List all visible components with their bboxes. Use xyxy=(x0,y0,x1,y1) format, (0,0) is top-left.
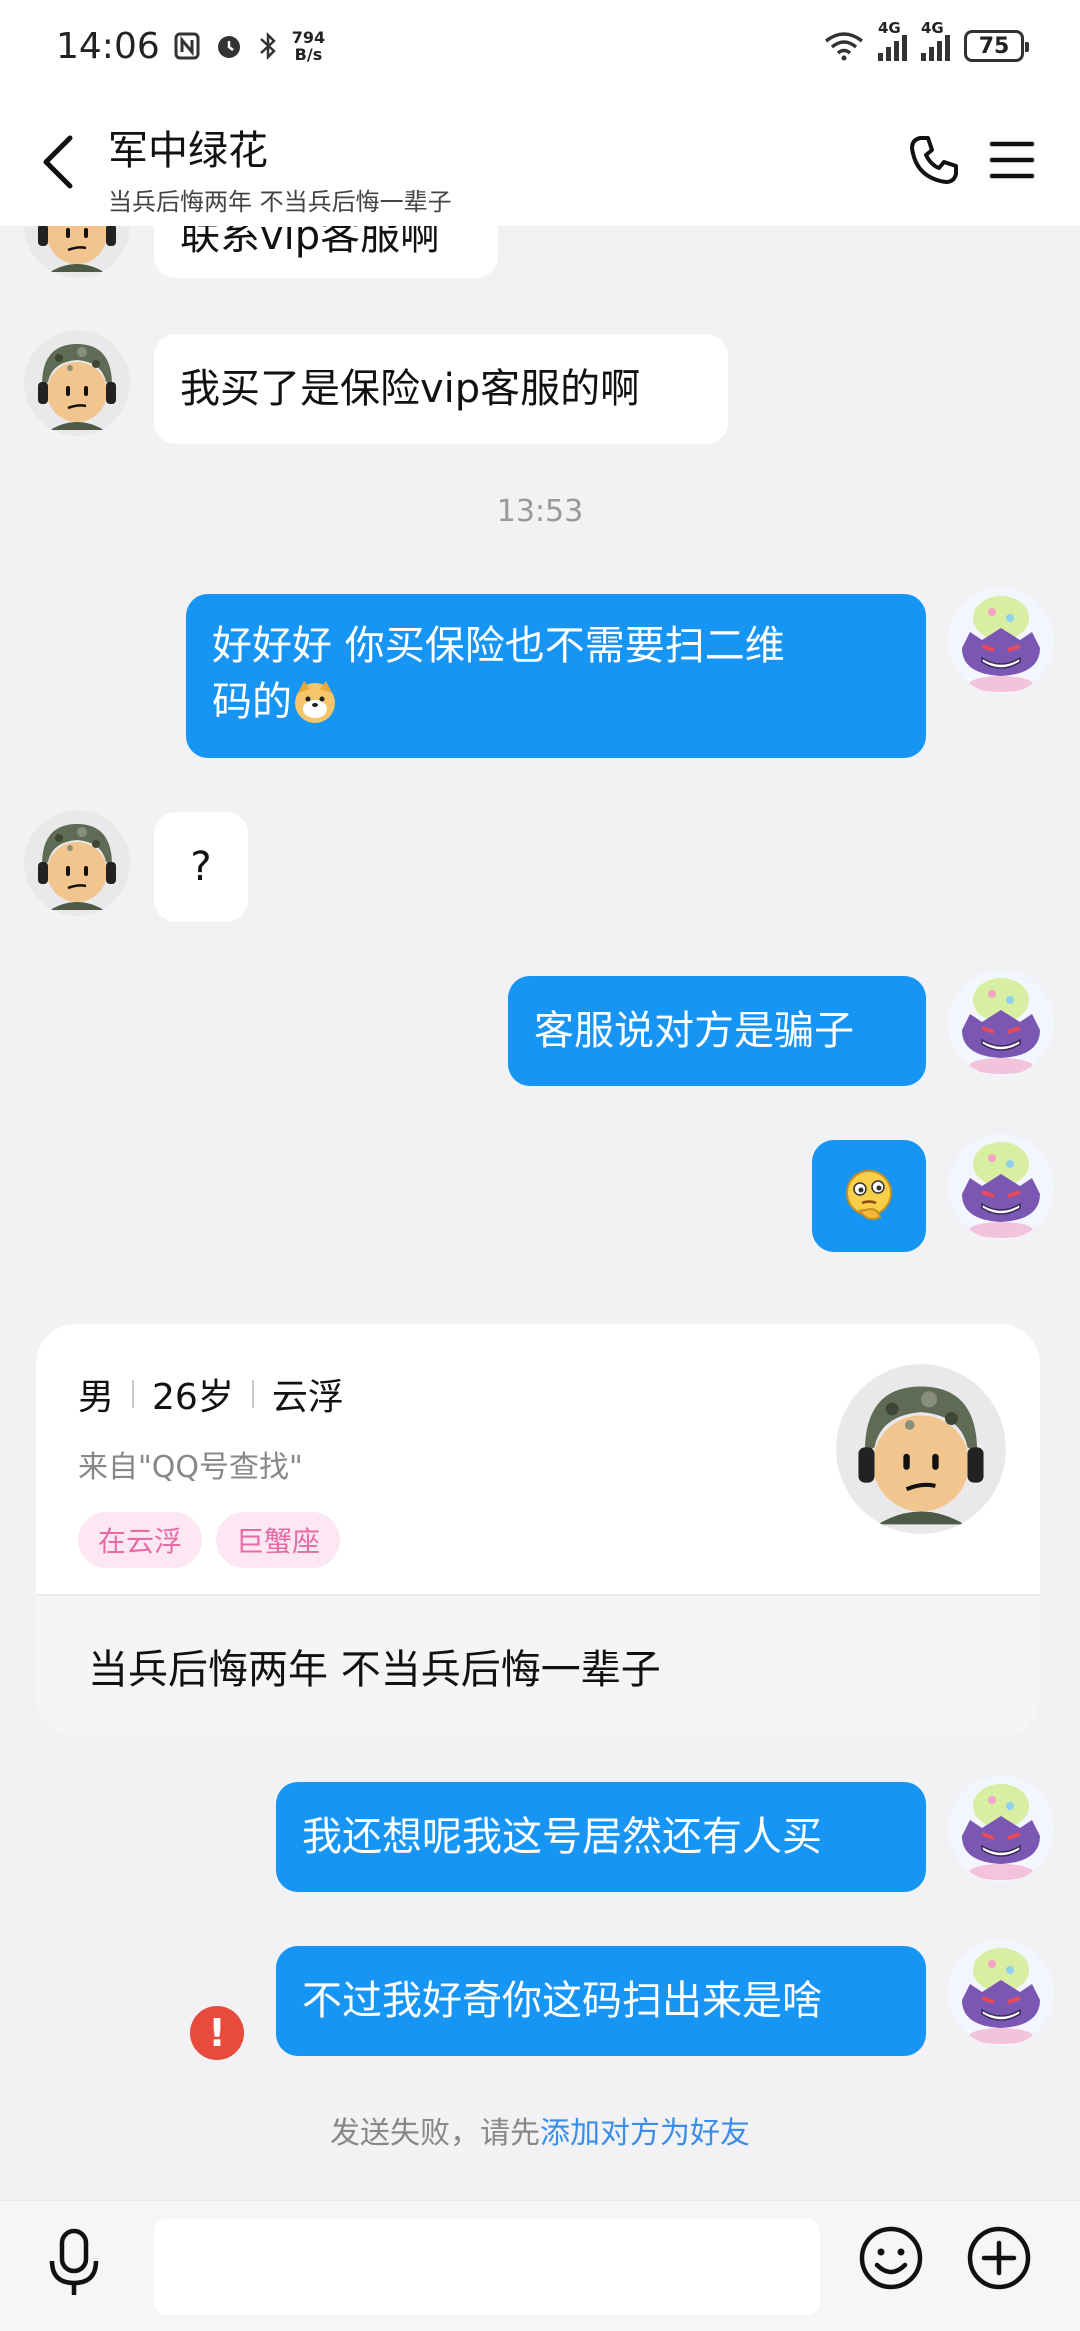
message-bubble-outgoing[interactable]: 不过我好奇你这码扫出来是啥 xyxy=(276,1946,926,2056)
profile-signature: 当兵后悔两年 不当兵后悔一辈子 xyxy=(36,1594,1040,1736)
profile-tag: 巨蟹座 xyxy=(216,1512,341,1568)
message-list[interactable]: 联系vip客服啊 我买了是保险vip客服的啊 13:53 好好好 你买保险也不需… xyxy=(0,226,1080,2200)
message-text-line2: 码的 xyxy=(212,679,292,725)
my-avatar[interactable] xyxy=(948,588,1054,694)
message-text: 客服说对方是骗子 xyxy=(534,1008,854,1054)
message-text: 我买了是保险vip客服的啊 xyxy=(180,366,641,412)
nfc-icon xyxy=(174,32,200,60)
message-bubble-incoming[interactable]: 联系vip客服啊 xyxy=(154,226,498,278)
contact-avatar[interactable] xyxy=(24,330,130,436)
chat-header: 军中绿花 当兵后悔两年 不当兵后悔一辈子 xyxy=(0,92,1080,226)
emoji-icon[interactable] xyxy=(858,2225,924,2291)
doge-emoji-icon xyxy=(295,681,335,723)
my-avatar[interactable] xyxy=(948,1940,1054,2046)
time-separator: 13:53 xyxy=(496,494,584,529)
message-bubble-outgoing[interactable]: 我还想呢我这号居然还有人买 xyxy=(276,1782,926,1892)
send-failed-icon[interactable]: ! xyxy=(190,2006,244,2060)
message-text: ? xyxy=(190,844,212,890)
input-bar xyxy=(0,2200,1080,2331)
battery-level: 75 xyxy=(978,33,1010,59)
message-text: 联系vip客服啊 xyxy=(180,226,441,259)
signal-2-icon: 4G xyxy=(921,19,950,61)
signal-2-label: 4G xyxy=(921,19,944,37)
message-input[interactable] xyxy=(154,2219,820,2315)
profile-basic-info: 男 26岁 云浮 xyxy=(78,1368,344,1420)
battery-icon: 75 xyxy=(964,30,1029,62)
message-bubble-incoming[interactable]: ? xyxy=(154,812,248,922)
microphone-icon[interactable] xyxy=(44,2227,104,2299)
profile-age: 26岁 xyxy=(152,1377,234,1418)
profile-location: 云浮 xyxy=(271,1377,344,1418)
signal-1-label: 4G xyxy=(878,19,901,37)
profile-card[interactable]: 男 26岁 云浮 来自"QQ号查找" 在云浮 巨蟹座 当兵后悔两年 不当兵后悔一… xyxy=(36,1324,1040,1736)
add-more-icon[interactable] xyxy=(966,2225,1032,2291)
send-failed-text: 发送失败，请先 xyxy=(330,2116,540,2151)
message-bubble-outgoing[interactable]: 客服说对方是骗子 xyxy=(508,976,926,1086)
chat-subtitle: 当兵后悔两年 不当兵后悔一辈子 xyxy=(108,188,452,216)
menu-icon[interactable] xyxy=(988,136,1036,184)
net-speed: 794 B/s xyxy=(292,29,325,63)
profile-tags: 在云浮 巨蟹座 xyxy=(78,1512,344,1568)
signal-1-icon: 4G xyxy=(878,19,907,61)
my-avatar[interactable] xyxy=(948,1134,1054,1240)
message-bubble-outgoing-emoji[interactable] xyxy=(812,1140,926,1252)
message-bubble-incoming[interactable]: 我买了是保险vip客服的啊 xyxy=(154,334,728,444)
send-failed-note: 发送失败，请先添加对方为好友 xyxy=(0,2108,1080,2152)
profile-avatar[interactable] xyxy=(836,1364,1006,1534)
contact-avatar[interactable] xyxy=(24,226,130,278)
my-avatar[interactable] xyxy=(948,1776,1054,1882)
wifi-icon xyxy=(824,32,864,61)
profile-source: 来自"QQ号查找" xyxy=(78,1450,303,1485)
net-speed-value: 794 xyxy=(291,28,326,47)
status-time: 14:06 xyxy=(56,25,160,67)
divider xyxy=(251,1380,254,1408)
profile-tag: 在云浮 xyxy=(78,1512,203,1568)
net-speed-unit: B/s xyxy=(294,45,323,64)
add-friend-link[interactable]: 添加对方为好友 xyxy=(540,2116,750,2151)
phone-call-icon[interactable] xyxy=(906,132,962,188)
back-icon[interactable] xyxy=(34,132,82,192)
profile-signature-text: 当兵后悔两年 不当兵后悔一辈子 xyxy=(88,1647,661,1693)
message-bubble-outgoing[interactable]: 好好好 你买保险也不需要扫二维 码的 xyxy=(186,594,926,758)
message-text: 不过我好奇你这码扫出来是啥 xyxy=(302,1978,822,2024)
chat-title: 军中绿花 xyxy=(108,128,268,174)
chat-title-block[interactable]: 军中绿花 当兵后悔两年 不当兵后悔一辈子 xyxy=(108,118,452,217)
message-text: 我还想呢我这号居然还有人买 xyxy=(302,1814,822,1860)
alarm-icon xyxy=(217,36,240,58)
chat-screen: 14:06 794 B/s 4G 4G 75 军中绿花 当兵后悔两年 不当兵后悔… xyxy=(0,0,1080,2331)
thinking-emoji-icon xyxy=(846,1170,892,1220)
status-bar: 14:06 794 B/s 4G 4G 75 xyxy=(0,0,1080,92)
message-text-line1: 好好好 你买保险也不需要扫二维 xyxy=(212,623,785,669)
profile-gender: 男 xyxy=(78,1377,115,1418)
divider xyxy=(132,1380,135,1408)
my-avatar[interactable] xyxy=(948,970,1054,1076)
bluetooth-icon xyxy=(259,31,276,61)
contact-avatar[interactable] xyxy=(24,810,130,916)
